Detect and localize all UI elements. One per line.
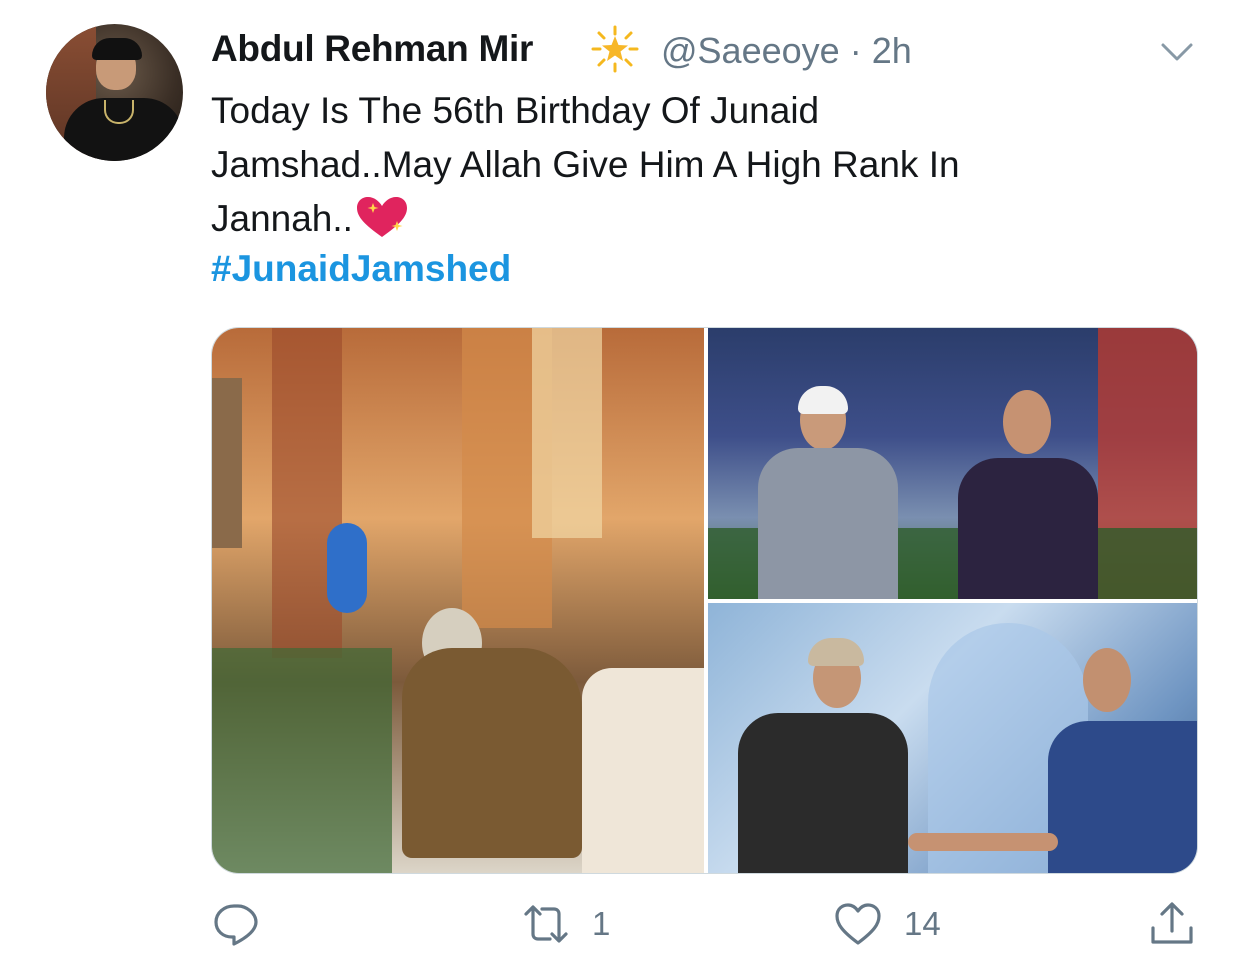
photo-2[interactable] [708,328,1197,599]
retweet-icon [524,905,568,943]
tweet-text-line: Today Is The 56th Birthday Of Junaid [211,90,820,131]
person-head [1083,648,1131,712]
avatar-hat [92,38,142,60]
photo-decor [532,328,602,538]
reply-button[interactable] [212,900,260,948]
chevron-down-icon[interactable] [1155,30,1199,74]
photo-decor [212,648,392,873]
action-bar: 1 14 [0,900,1242,960]
tweet-text-line: Jamshad..May Allah Give Him A High Rank … [211,144,960,185]
reply-icon [214,904,258,946]
sofa [582,668,704,873]
handle[interactable]: @Saeeoye [661,30,840,71]
author-name[interactable]: Abdul Rehman Mir [211,28,533,70]
timestamp[interactable]: 2h [872,30,912,71]
person-body [1048,721,1197,873]
parrot [327,523,367,613]
like-button[interactable]: 14 [834,900,941,948]
person-body [402,648,582,858]
hashtag-link[interactable]: #JunaidJamshed [211,248,511,290]
person-body [738,713,908,873]
share-icon [1151,902,1193,944]
retweet-count: 1 [592,905,611,942]
sparkling-heart-icon [356,197,407,238]
person-body [958,458,1098,599]
separator: · [849,30,862,71]
tweet-text: Today Is The 56th Birthday Of Junaid Jam… [211,84,1151,246]
glowing-star-icon [591,25,639,73]
person-head [1003,390,1051,454]
person-body [758,448,898,599]
avatar[interactable] [46,24,183,161]
tweet-text-line: Jannah.. [211,198,353,239]
person-cap [798,386,848,414]
tweet-text-line-with-emoji: Jannah.. [211,192,1151,246]
handshake [908,833,1058,851]
person-edge [212,378,242,548]
retweet-button[interactable]: 1 [522,900,610,948]
media-grid [211,327,1198,874]
photo-3[interactable] [708,603,1197,873]
handle-and-time[interactable]: @Saeeoye · 2h [661,30,912,72]
person-cap [808,638,864,666]
like-count: 14 [904,905,941,942]
photo-1[interactable] [212,328,704,873]
photo-decor [272,328,342,658]
heart-icon [835,903,881,945]
share-button[interactable] [1148,900,1196,948]
